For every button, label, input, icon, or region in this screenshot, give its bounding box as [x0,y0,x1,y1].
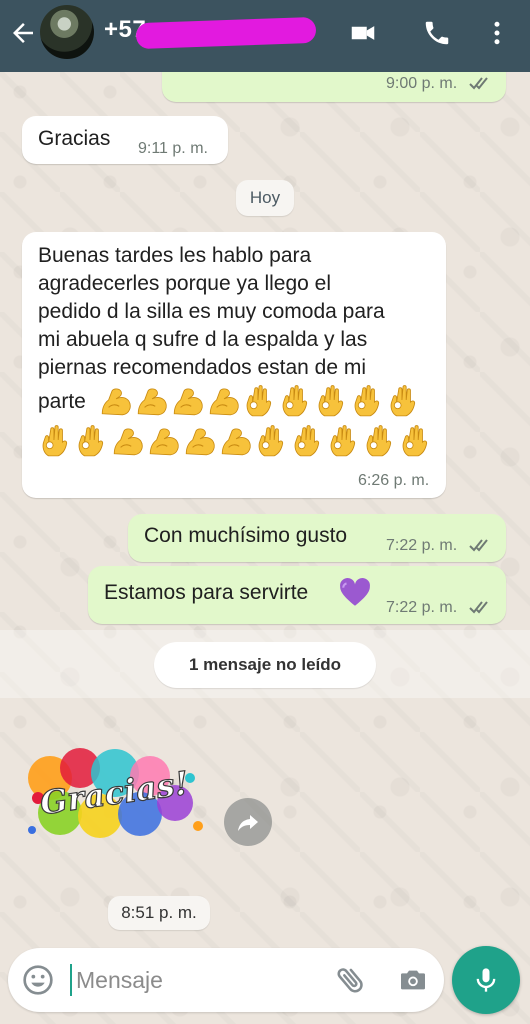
message-bubble-incoming[interactable]: Gracias 9:11 p. m. [22,116,228,164]
emoji-row [98,384,420,418]
mic-button[interactable] [452,946,520,1014]
flexed-biceps-emoji [173,388,203,416]
message-time: 7:22 p. m. [386,599,458,616]
attach-icon[interactable] [334,962,368,998]
message-composer [8,948,444,1012]
message-input[interactable] [70,964,326,996]
message-line: piernas recomendados estan de mi [38,356,367,379]
ok-hand-emoji [318,385,344,417]
contact-avatar[interactable] [40,5,94,59]
message-time: 9:11 p. m. [138,140,208,157]
forward-button[interactable] [224,798,272,846]
message-time: 7:22 p. m. [386,537,458,554]
gracias-sticker[interactable]: Gracias! [20,738,210,848]
back-arrow-icon[interactable] [8,18,38,48]
flexed-biceps-emoji [113,428,143,456]
ok-hand-emoji [402,425,428,457]
message-bubble-incoming[interactable]: Buenas tardes les hablo para agradecerle… [22,232,446,498]
flexed-biceps-emoji [209,388,239,416]
ok-hand-emoji [258,425,284,457]
emoji-icon[interactable] [22,964,54,996]
forward-icon [238,815,258,831]
phone-icon[interactable] [420,18,454,48]
message-line: mi abuela q sufre d la espalda y las [38,328,368,351]
date-separator: Hoy [236,180,294,216]
message-time: 9:00 p. m. [386,75,458,92]
message-time: 6:26 p. m. [358,472,430,489]
camera-icon[interactable] [396,964,430,996]
emoji-row [38,424,432,458]
ok-hand-emoji [330,425,356,457]
message-text: Con muchísimo gusto [144,524,348,547]
ok-hand-emoji [246,385,272,417]
message-line: pedido d la silla es muy comoda para [38,300,385,323]
message-line: parte [38,390,86,413]
message-text: Gracias [38,127,111,150]
flexed-biceps-emoji [221,428,251,456]
flexed-biceps-emoji [185,428,215,456]
ok-hand-emoji [390,385,416,417]
sticker-time: 8:51 p. m. [108,896,210,930]
unread-messages-separator: 1 mensaje no leído [154,642,376,688]
read-receipt-icon [469,539,488,552]
ok-hand-emoji [78,425,104,457]
ok-hand-emoji [42,425,68,457]
read-receipt-icon [469,77,488,90]
ok-hand-emoji [282,385,308,417]
read-receipt-icon [469,601,488,614]
message-line: Buenas tardes les hablo para [38,244,312,267]
ok-hand-emoji [354,385,380,417]
redaction-mark [135,16,317,50]
flexed-biceps-emoji [149,428,179,456]
message-text: Estamos para servirte [104,581,309,604]
message-bubble-outgoing[interactable]: Con muchísimo gusto 7:22 p. m. [128,514,506,562]
video-call-icon[interactable] [346,18,380,48]
flexed-biceps-emoji [101,388,131,416]
message-line: agradecerles porque ya llego el [38,272,332,295]
message-bubble-outgoing[interactable]: Estamos para servirte 7:22 p. m. [88,566,506,624]
ok-hand-emoji [294,425,320,457]
chat-header: +57 [0,0,530,72]
purple-heart-emoji [340,578,370,606]
mic-icon [476,968,496,992]
flexed-biceps-emoji [137,388,167,416]
ok-hand-emoji [366,425,392,457]
more-vert-icon[interactable] [480,18,514,48]
